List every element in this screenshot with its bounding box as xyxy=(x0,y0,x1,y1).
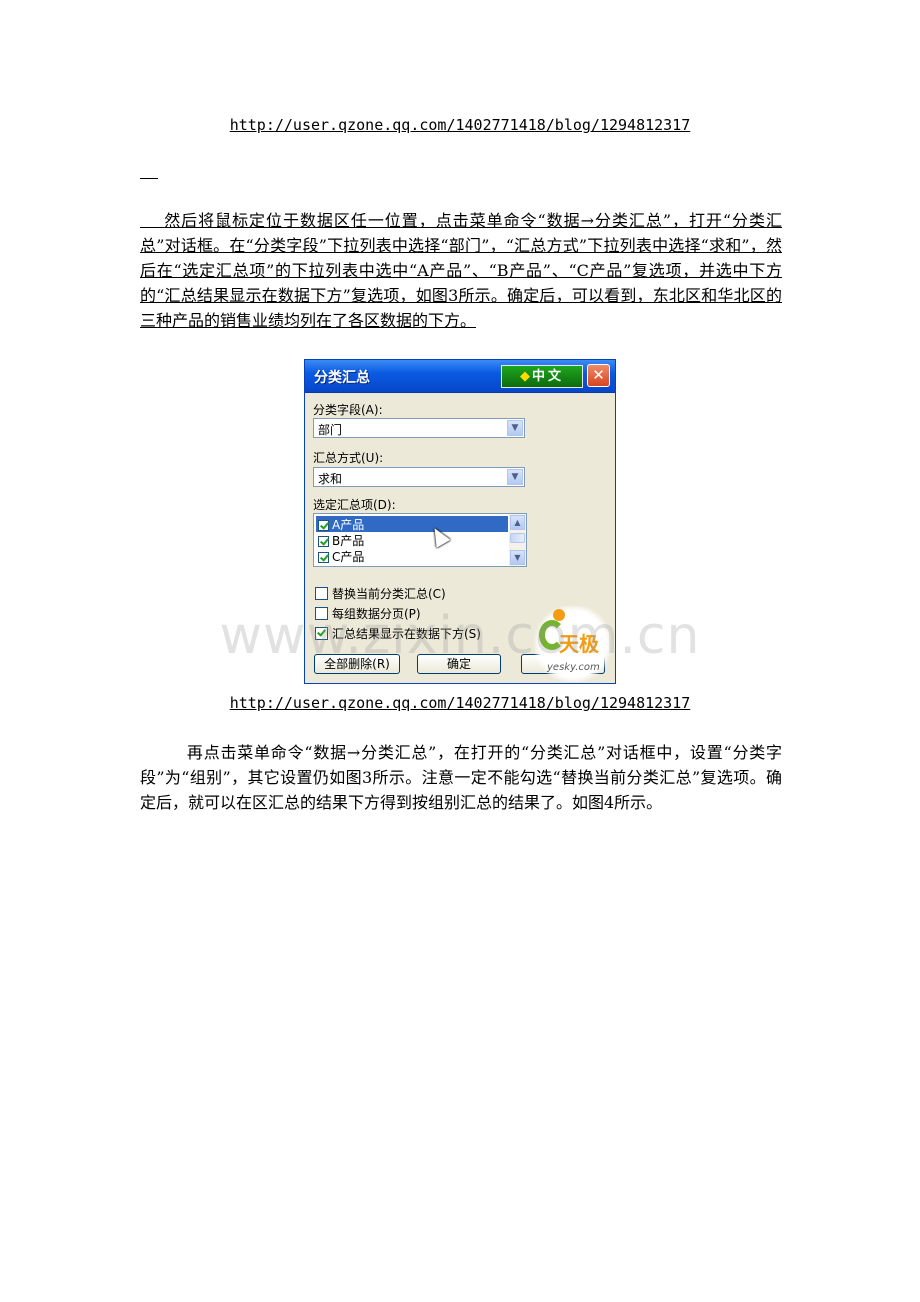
checkbox-icon[interactable] xyxy=(318,520,329,531)
scroll-thumb[interactable] xyxy=(510,533,525,543)
option-label: 替换当前分类汇总(C) xyxy=(332,587,446,601)
ok-button[interactable]: 确定 xyxy=(417,654,501,674)
chevron-down-icon[interactable]: ▼ xyxy=(507,420,523,436)
ime-label: 中文 xyxy=(531,369,564,384)
chevron-down-icon[interactable]: ▼ xyxy=(507,469,523,485)
list-scrollbar[interactable]: ▲ ▼ xyxy=(509,514,526,566)
option-page-break[interactable]: 每组数据分页(P) xyxy=(315,605,421,622)
list-item-b[interactable]: B产品 xyxy=(316,532,508,548)
method-select[interactable]: 求和 ▼ xyxy=(313,467,525,487)
items-listbox[interactable]: A产品 B产品 C产品 ▲ ▼ xyxy=(313,513,527,567)
paragraph-1: 然后将鼠标定位于数据区任一位置，点击菜单命令“数据→分类汇总”，打开“分类汇总”… xyxy=(140,211,782,330)
list-item-label: C产品 xyxy=(332,550,365,564)
ime-indicator[interactable]: ◆ 中文 xyxy=(501,365,583,388)
option-replace[interactable]: 替换当前分类汇总(C) xyxy=(315,585,446,602)
close-button[interactable]: ✕ xyxy=(587,364,610,387)
yesky-logo-sub: yesky.com xyxy=(547,662,600,673)
list-item-label: B产品 xyxy=(332,534,365,548)
ime-icon: ◆ xyxy=(519,369,530,384)
option-label: 每组数据分页(P) xyxy=(332,607,421,621)
scroll-up-icon[interactable]: ▲ xyxy=(510,515,525,530)
list-item-a[interactable]: A产品 xyxy=(316,516,508,532)
list-item-label: A产品 xyxy=(332,518,365,532)
paragraph-2: 再点击菜单命令“数据→分类汇总”，在打开的“分类汇总”对话框中，设置“分类字段”… xyxy=(140,743,783,812)
dialog-title: 分类汇总 xyxy=(314,370,370,386)
yesky-logo-text: 天极 xyxy=(559,632,599,656)
field-label: 分类字段(A): xyxy=(313,403,383,417)
checkbox-icon[interactable] xyxy=(318,536,329,547)
method-value: 求和 xyxy=(318,472,343,486)
items-label: 选定汇总项(D): xyxy=(313,498,396,512)
caption-url: http://user.qzone.qq.com/1402771418/blog… xyxy=(229,694,691,712)
yesky-logo-dot xyxy=(553,609,565,621)
checkbox-icon[interactable] xyxy=(318,552,329,563)
checkbox-icon[interactable] xyxy=(315,587,328,600)
option-summary-below[interactable]: 汇总结果显示在数据下方(S) xyxy=(315,625,481,642)
field-value: 部门 xyxy=(318,423,343,437)
checkbox-icon[interactable] xyxy=(315,607,328,620)
option-label: 汇总结果显示在数据下方(S) xyxy=(332,627,481,641)
method-label: 汇总方式(U): xyxy=(313,451,384,465)
scroll-down-icon[interactable]: ▼ xyxy=(510,550,525,565)
checkbox-icon[interactable] xyxy=(315,627,328,640)
subtotal-dialog: 分类汇总 ◆ 中文 ✕ 分类字段(A): 部门 ▼ 汇总方式(U): 求和 ▼ 选… xyxy=(304,359,616,684)
close-icon: ✕ xyxy=(592,366,605,384)
separator-dash xyxy=(140,178,158,179)
dialog-titlebar: 分类汇总 ◆ 中文 ✕ xyxy=(305,360,615,393)
remove-all-button[interactable]: 全部删除(R) xyxy=(314,654,400,674)
header-url: http://user.qzone.qq.com/1402771418/blog… xyxy=(229,116,691,134)
field-select[interactable]: 部门 ▼ xyxy=(313,418,525,438)
list-item-c[interactable]: C产品 xyxy=(316,548,508,564)
